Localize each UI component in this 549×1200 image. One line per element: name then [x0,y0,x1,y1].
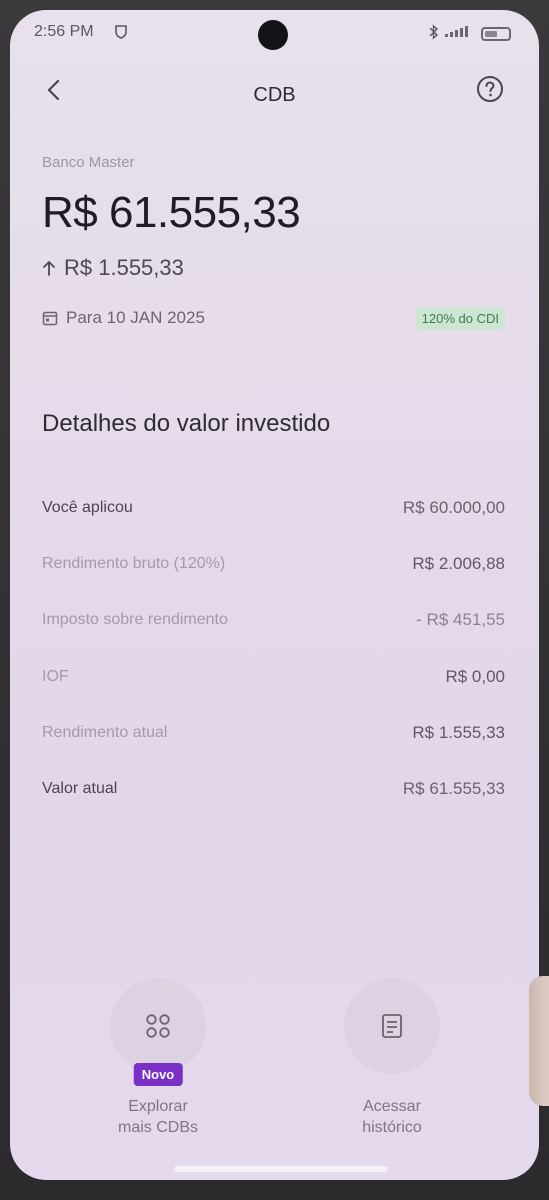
detail-label: Rendimento atual [42,723,168,741]
page-title: CDB [253,84,296,106]
explore-label-line1: Explorar [128,1098,188,1115]
rate-badge: 120% do CDI [415,307,505,330]
status-bar: 2:56 PM [10,10,539,58]
history-label-line2: histórico [362,1119,422,1136]
status-icons [429,24,511,43]
history-label: Acessar histórico [312,1096,472,1138]
signal-icon [445,24,475,43]
detail-value: R$ 60.000,00 [402,498,505,518]
document-icon [382,1014,402,1038]
detail-value: - R$ 451,55 [416,610,505,630]
explore-cdbs-button[interactable]: Novo Explorar mais CDBs [78,978,238,1138]
details-list: Você aplicou R$ 60.000,00 Rendimento bru… [42,480,505,817]
arrow-up-icon [43,261,55,276]
gain-row: R$ 1.555,33 [42,255,184,281]
calendar-icon [42,311,58,326]
explore-label-line2: mais CDBs [117,1119,198,1136]
history-label-line1: Acessar [363,1098,421,1115]
maturity-row: Para 10 JAN 2025 [42,308,205,328]
detail-value: R$ 0,00 [445,666,505,686]
detail-label: Imposto sobre rendimento [42,611,228,629]
bank-name: Banco Master [42,154,135,171]
maturity-date: Para 10 JAN 2025 [66,308,205,327]
detail-value: R$ 61.555,33 [402,779,505,799]
details-title: Detalhes do valor investido [42,410,331,437]
detail-row-iof: IOF R$ 0,00 [42,649,505,705]
detail-row-invested: Você aplicou R$ 60.000,00 [42,480,505,536]
history-button[interactable]: Acessar histórico [312,978,472,1138]
grid-icon [146,1014,170,1038]
detail-value: R$ 2.006,88 [412,554,505,574]
question-circle-icon [477,76,503,102]
status-time: 2:56 PM [34,23,94,40]
detail-row-gross-yield: Rendimento bruto (120%) R$ 2.006,88 [42,536,505,592]
detail-value: R$ 1.555,33 [412,722,505,742]
detail-row-current-yield: Rendimento atual R$ 1.555,33 [42,705,505,761]
help-button[interactable] [475,74,505,104]
gain-value: R$ 1.555,33 [64,255,184,280]
front-camera [258,20,288,50]
battery-icon [481,26,511,41]
history-icon-circle [344,978,440,1074]
detail-label: Você aplicou [42,499,133,517]
home-indicator[interactable] [174,1166,388,1172]
phone-frame: 2:56 PM CDB Banco Master R$ 61.555,33 R$… [0,0,549,1200]
shield-icon [114,24,128,45]
new-badge: Novo [133,1063,183,1086]
explore-label: Explorar mais CDBs [78,1096,238,1138]
detail-row-current-value: Valor atual R$ 61.555,33 [42,761,505,817]
detail-label: Valor atual [42,780,118,798]
bluetooth-icon [429,24,439,43]
finger-overlay [529,976,549,1106]
detail-row-income-tax: Imposto sobre rendimento - R$ 451,55 [42,592,505,648]
app-screen: 2:56 PM CDB Banco Master R$ 61.555,33 R$… [10,10,539,1180]
detail-label: Rendimento bruto (120%) [42,555,226,573]
detail-label: IOF [42,667,69,685]
explore-icon-circle: Novo [110,978,206,1086]
investment-balance: R$ 61.555,33 [42,188,301,237]
